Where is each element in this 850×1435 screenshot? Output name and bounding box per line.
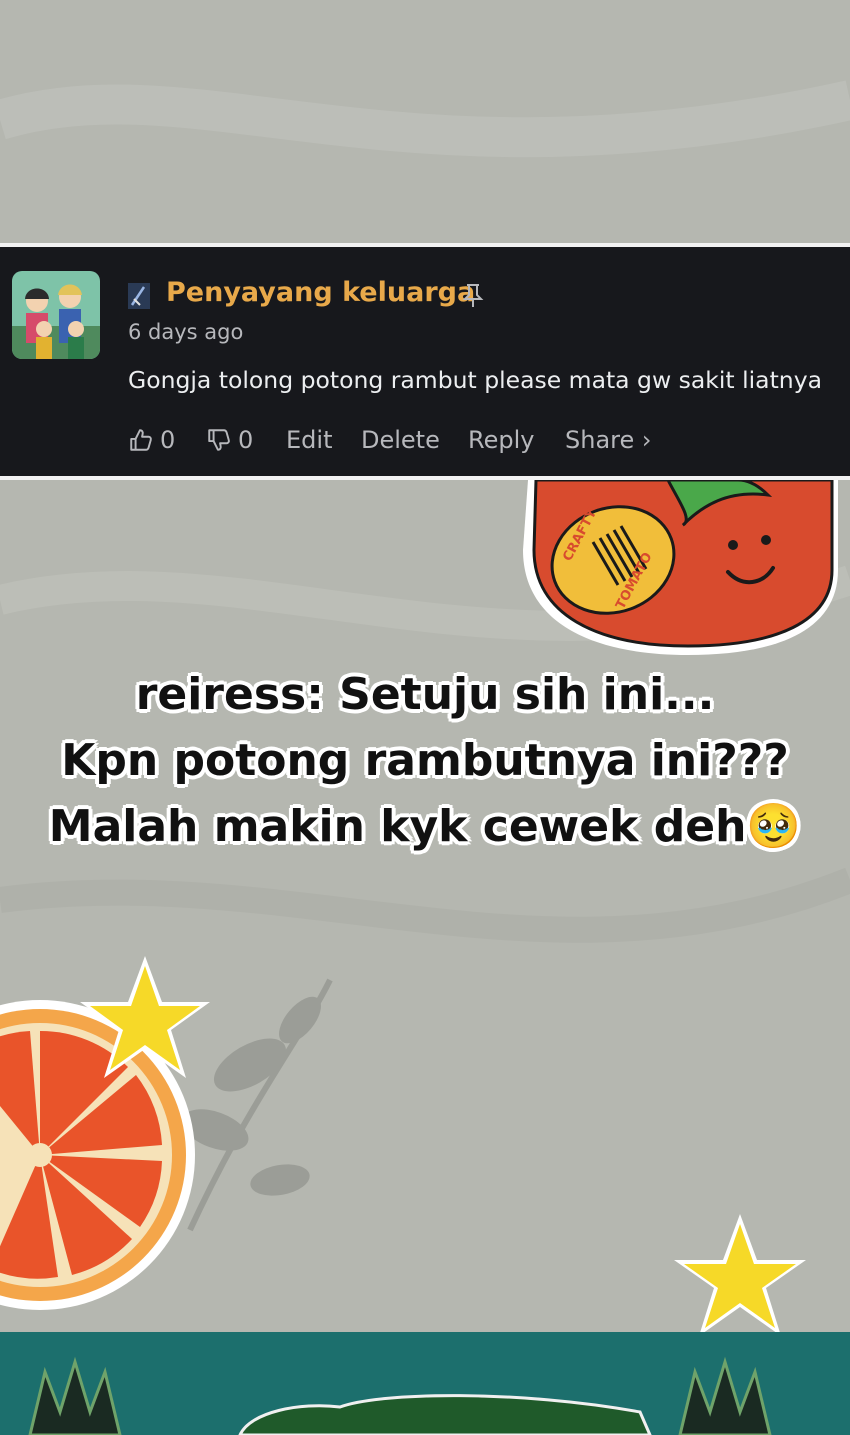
share-button[interactable]: Share › [565,423,651,457]
footer-decor [28,1356,772,1435]
dislike-button[interactable]: 0 [206,423,253,457]
caption: reiress: Setuju sih ini... Kpn potong ra… [0,662,850,860]
pin-icon[interactable] [462,283,484,309]
delete-button[interactable]: Delete [361,423,440,457]
caption-line-3: Malah makin kyk cewek deh🥹 [48,801,802,852]
footer-banner [0,1332,850,1435]
avatar[interactable] [12,271,100,359]
star-sticker-right [674,1214,806,1336]
thumbs-up-icon [130,429,152,451]
edit-button[interactable]: Edit [286,423,332,457]
comment-username[interactable]: Penyayang keluarga [166,277,475,308]
sword-badge-icon [128,283,150,309]
dislike-count: 0 [238,426,254,454]
comment-actions: 0 0 Edit Delete Reply Share › [128,423,828,459]
caption-line-1: reiress: Setuju sih ini... [135,669,715,720]
like-button[interactable]: 0 [128,423,175,457]
reply-button[interactable]: Reply [468,423,534,457]
star-sticker-left [80,956,210,1078]
comment-card: Penyayang keluarga 6 days ago Gongja tol… [0,243,850,480]
like-count: 0 [160,426,176,454]
caption-line-2: Kpn potong rambutnya ini??? [61,735,789,786]
tomato-sticker: CRAFTY TOMATO [523,480,838,655]
comment-timestamp: 6 days ago [128,320,244,344]
thumbs-down-icon [208,429,230,451]
comment-text: Gongja tolong potong rambut please mata … [128,366,822,394]
